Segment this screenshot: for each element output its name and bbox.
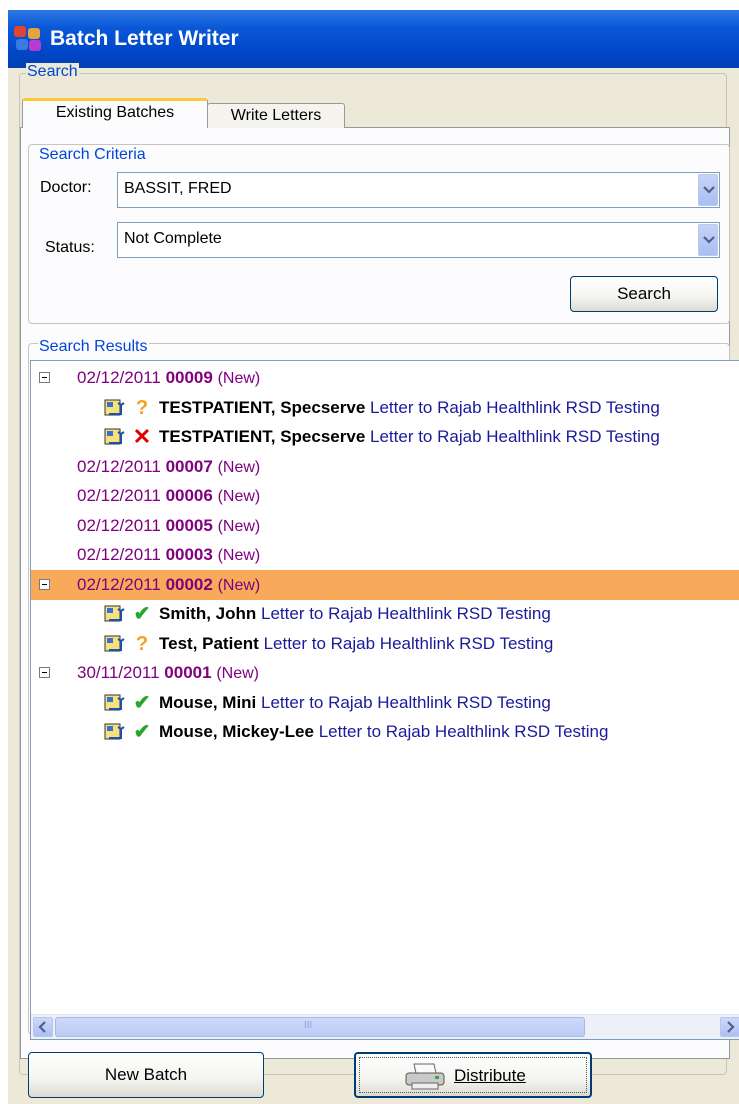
question-icon: ? (135, 396, 149, 419)
letter-document-icon (104, 723, 125, 740)
patient-name: TESTPATIENT, Specserve (159, 427, 366, 446)
search-button[interactable]: Search (570, 276, 718, 312)
new-batch-button[interactable]: New Batch (28, 1052, 264, 1098)
letter-document-icon (104, 428, 125, 445)
checkmark-icon: ✔ (133, 721, 151, 743)
window-title: Batch Letter Writer (50, 27, 239, 50)
title-bar[interactable]: Batch Letter Writer (8, 10, 739, 68)
doctor-dropdown-button[interactable] (698, 174, 718, 206)
batch-row[interactable]: 02/12/2011 00006 (New) (31, 481, 739, 511)
patient-name: Mouse, Mickey-Lee (159, 722, 314, 741)
batch-row[interactable]: 02/12/2011 00009 (New) (31, 363, 739, 393)
batch-date: 02/12/2011 (77, 545, 161, 564)
app-logo-icon (14, 26, 44, 52)
batch-state: (New) (217, 370, 261, 387)
letter-title: Letter to Rajab Healthlink RSD Testing (370, 427, 660, 446)
batch-state: (New) (216, 665, 259, 682)
horizontal-scrollbar[interactable]: III (31, 1014, 739, 1039)
chevron-left-icon (38, 1021, 46, 1033)
results-tree[interactable]: 02/12/2011 00009 (New)? TESTPATIENT, Spec… (30, 360, 739, 1040)
letter-document-icon (104, 605, 125, 622)
batch-number: 00002 (165, 574, 213, 594)
chevron-right-icon (727, 1021, 735, 1033)
doctor-select[interactable]: BASSIT, FRED (117, 172, 720, 208)
status-dropdown-button[interactable] (698, 224, 718, 256)
checkmark-icon: ✔ (133, 603, 151, 625)
letter-row[interactable]: ? Test, Patient Letter to Rajab Healthlin… (31, 629, 739, 659)
printer-icon (405, 1063, 445, 1090)
distribute-button[interactable]: Distribute (354, 1052, 592, 1098)
batch-row[interactable]: 02/12/2011 00002 (New) (31, 569, 739, 600)
chevron-down-icon (703, 186, 715, 194)
letter-title: Letter to Rajab Healthlink RSD Testing (263, 633, 554, 653)
cross-icon: ✕ (132, 424, 152, 449)
batch-number: 00005 (165, 515, 213, 535)
scrollbar-grip: III (304, 1020, 313, 1031)
batch-number: 00006 (165, 486, 213, 505)
checkmark-icon: ✔ (133, 691, 151, 714)
batch-date: 02/12/2011 (77, 456, 161, 476)
letter-row[interactable]: ? TESTPATIENT, Specserve Letter to Rajab … (31, 393, 739, 423)
status-label: Status: (45, 239, 95, 256)
batch-state: (New) (217, 458, 261, 476)
search-group-label: Search (26, 63, 79, 81)
search-criteria-label: Search Criteria (38, 146, 147, 164)
distribute-label: Distribute (454, 1066, 526, 1085)
batch-row[interactable]: 02/12/2011 00007 (New) (31, 452, 739, 482)
batch-state: (New) (217, 576, 261, 594)
status-select[interactable]: Not Complete (117, 222, 720, 258)
doctor-select-value: BASSIT, FRED (124, 180, 232, 197)
scroll-left-button[interactable] (33, 1017, 53, 1037)
tab-write-letters[interactable]: Write Letters (207, 103, 345, 128)
batch-date: 02/12/2011 (77, 574, 161, 594)
letter-row[interactable]: ✔ Smith, John Letter to Rajab Healthlink … (31, 599, 739, 629)
tab-existing-batches[interactable]: Existing Batches (22, 98, 208, 128)
scroll-right-button[interactable] (720, 1017, 739, 1037)
batch-date: 02/12/2011 (77, 515, 161, 535)
letter-row[interactable]: ✔ Mouse, Mini Letter to Rajab Healthlink … (31, 688, 739, 718)
collapse-toggle[interactable] (39, 578, 50, 590)
scrollbar-thumb[interactable]: III (55, 1017, 585, 1037)
patient-name: Mouse, Mini (159, 692, 257, 712)
collapse-toggle[interactable] (39, 372, 50, 383)
batch-number: 00007 (165, 456, 213, 476)
collapse-toggle[interactable] (39, 667, 50, 678)
doctor-label: Doctor: (40, 179, 92, 196)
batch-date: 30/11/2011 (77, 663, 160, 682)
letter-title: Letter to Rajab Healthlink RSD Testing (370, 397, 660, 417)
batch-date: 02/12/2011 (77, 486, 161, 505)
patient-name: Test, Patient (159, 633, 259, 653)
patient-name: Smith, John (159, 604, 257, 623)
batch-number: 00001 (164, 663, 212, 682)
letter-document-icon (104, 694, 125, 710)
letter-row[interactable]: ✔ Mouse, Mickey-Lee Letter to Rajab Healt… (31, 717, 739, 747)
chevron-down-icon (703, 236, 715, 244)
batch-row[interactable]: 30/11/2011 00001 (New) (31, 658, 739, 688)
batch-row[interactable]: 02/12/2011 00005 (New) (31, 511, 739, 541)
batch-number: 00009 (165, 368, 213, 387)
batch-state: (New) (217, 547, 261, 564)
patient-name: TESTPATIENT, Specserve (159, 397, 366, 417)
batch-date: 02/12/2011 (77, 368, 161, 387)
letter-document-icon (104, 399, 125, 415)
batch-number: 00003 (165, 545, 213, 564)
search-results-label: Search Results (38, 338, 149, 356)
letter-title: Letter to Rajab Healthlink RSD Testing (261, 604, 551, 623)
batch-state: (New) (217, 517, 261, 535)
letter-document-icon (104, 635, 125, 651)
letter-title: Letter to Rajab Healthlink RSD Testing (261, 692, 551, 712)
letter-row[interactable]: ✕ TESTPATIENT, Specserve Letter to Rajab … (31, 422, 739, 452)
batch-state: (New) (217, 488, 261, 505)
status-select-value: Not Complete (124, 230, 222, 247)
letter-title: Letter to Rajab Healthlink RSD Testing (318, 722, 609, 741)
batch-row[interactable]: 02/12/2011 00003 (New) (31, 540, 739, 570)
question-icon: ? (135, 632, 149, 655)
